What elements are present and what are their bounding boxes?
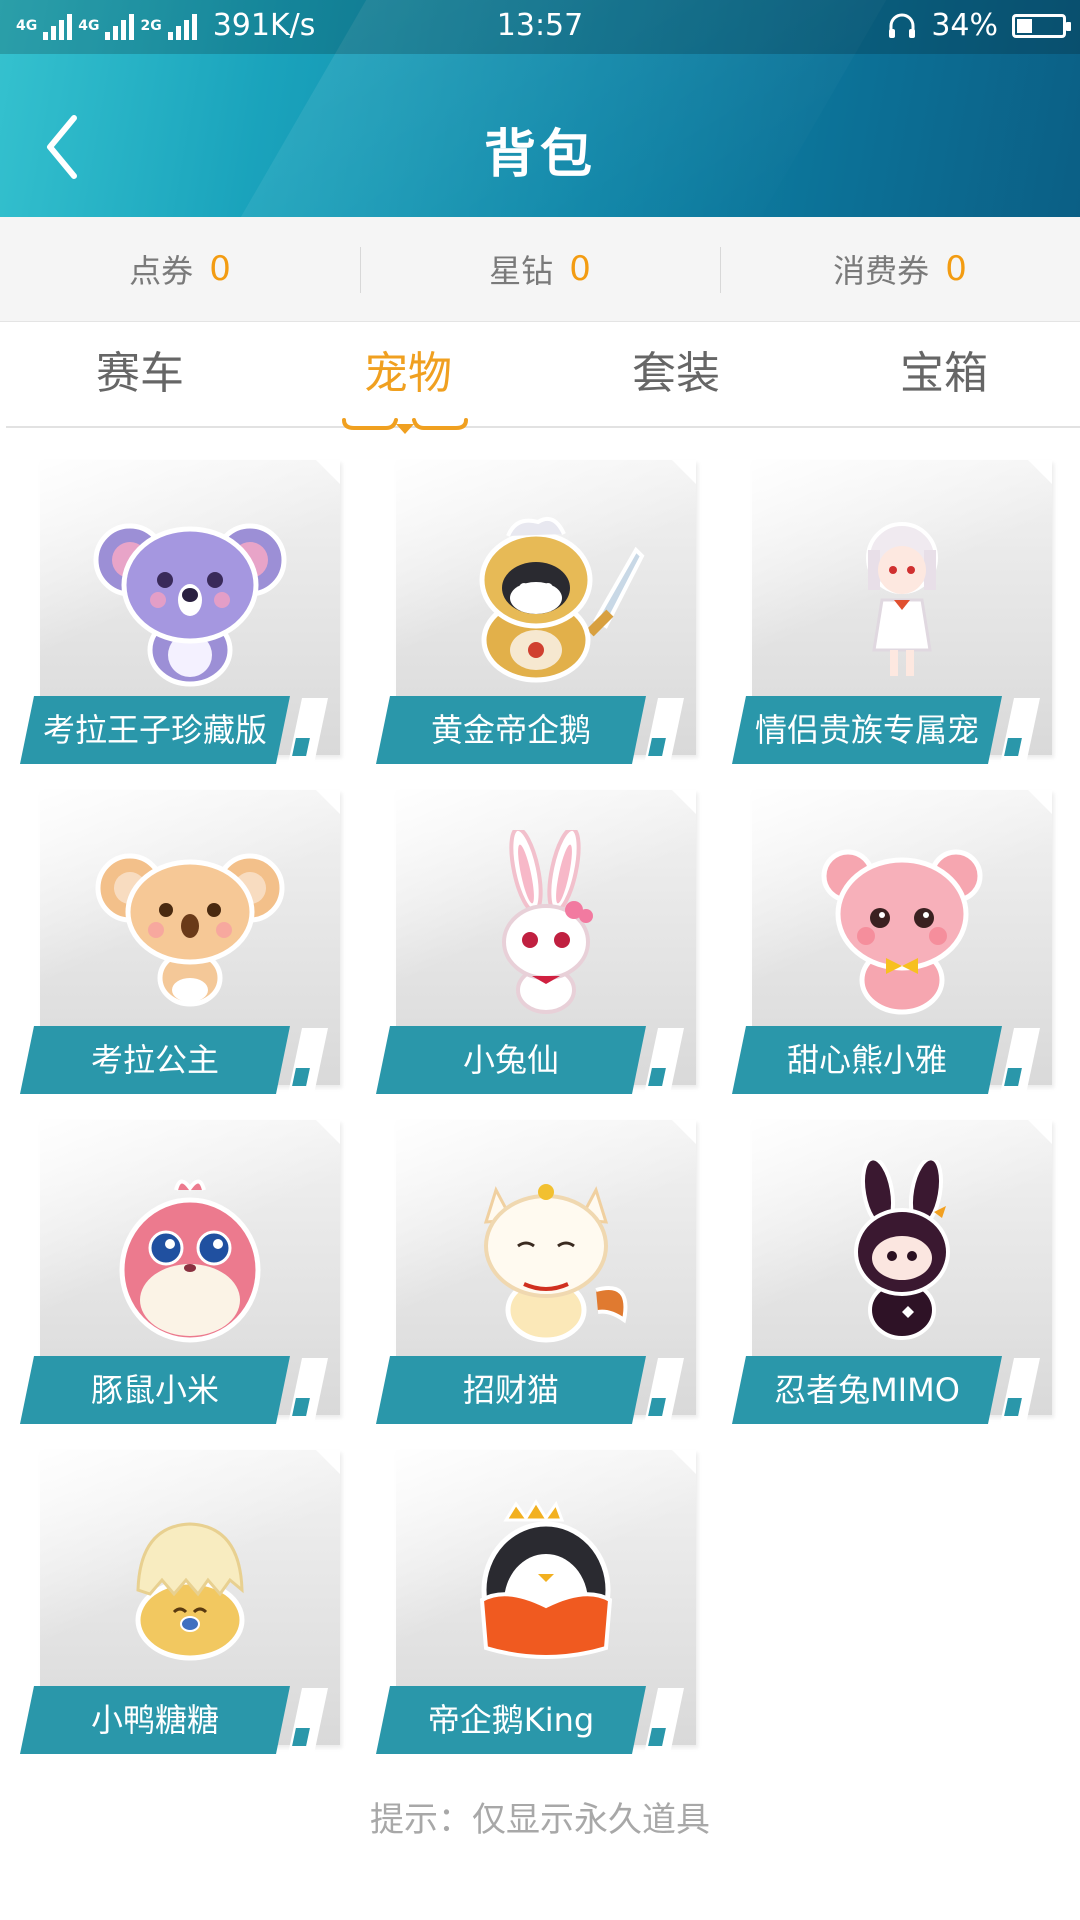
category-tabs: 赛车 宠物 套装 宝箱	[6, 322, 1080, 428]
pet-name: 忍者兔MIMO	[774, 1371, 960, 1409]
ninja-bunny-icon	[854, 1160, 950, 1340]
status-bar: 4G 4G 2G 391K/s 13:57 34%	[0, 0, 1080, 54]
tab-cars[interactable]: 赛车	[6, 322, 274, 426]
pet-name-label: 考拉公主	[20, 1026, 290, 1094]
currency-xiaofeiquan: 消费券 0	[720, 217, 1080, 321]
pet-name-label: 帝企鹅King	[376, 1686, 646, 1754]
battery-percent: 34%	[931, 8, 998, 43]
currency-label: 消费券	[833, 252, 930, 290]
pet-name-label: 小兔仙	[376, 1026, 646, 1094]
pet-name-label: 甜心熊小雅	[732, 1026, 1002, 1094]
noble-girl-icon	[866, 522, 938, 676]
pet-card[interactable]: 小兔仙	[376, 790, 696, 1100]
bunny-fairy-icon	[502, 830, 593, 1014]
pet-name: 考拉王子珍藏版	[42, 711, 267, 749]
pet-card[interactable]: 小鸭糖糖	[20, 1450, 340, 1760]
tab-pets[interactable]: 宠物	[274, 322, 542, 426]
pet-name-label: 情侣贵族专属宠	[732, 696, 1002, 764]
pet-name: 豚鼠小米	[90, 1371, 219, 1409]
pet-name: 招财猫	[462, 1371, 559, 1409]
lucky-cat-icon	[483, 1184, 628, 1343]
pet-name: 情侣贵族专属宠	[754, 711, 979, 749]
pet-card[interactable]: 帝企鹅King	[376, 1450, 696, 1760]
pet-name-label: 黄金帝企鹅	[376, 696, 646, 764]
guinea-pig-icon	[119, 1179, 261, 1343]
pet-name: 甜心熊小雅	[786, 1041, 947, 1079]
pet-card[interactable]: 忍者兔MIMO	[732, 1120, 1052, 1430]
pet-name: 小兔仙	[462, 1041, 559, 1079]
king-penguin-icon	[479, 1499, 613, 1659]
currency-bar: 点券 0 星钻 0 消费券 0	[0, 217, 1080, 322]
pet-name-label: 豚鼠小米	[20, 1356, 290, 1424]
tab-chests[interactable]: 宝箱	[810, 322, 1078, 426]
pink-bear-icon	[821, 849, 983, 1015]
hint-text: 提示：仅显示永久道具	[370, 1800, 710, 1840]
golden-penguin-knight-icon	[479, 517, 645, 683]
koala-princess-icon	[95, 853, 285, 1007]
active-tab-indicator	[342, 418, 468, 434]
pet-name: 黄金帝企鹅	[430, 711, 591, 749]
pet-name-label: 小鸭糖糖	[20, 1686, 290, 1754]
duckling-egg-icon	[135, 1522, 245, 1661]
battery-fill	[1017, 18, 1032, 33]
pet-name-label: 忍者兔MIMO	[732, 1356, 1002, 1424]
currency-value: 0	[209, 249, 231, 289]
pet-name-label: 招财猫	[376, 1356, 646, 1424]
pet-card[interactable]: 招财猫	[376, 1120, 696, 1430]
page-title: 背包	[483, 125, 596, 185]
pet-card[interactable]: 黄金帝企鹅	[376, 460, 696, 770]
pet-card[interactable]: 甜心熊小雅	[732, 790, 1052, 1100]
status-right: 34%	[887, 8, 1071, 43]
currency-dianquan: 点券 0	[0, 217, 360, 321]
koala-prince-icon	[93, 523, 287, 687]
battery-icon	[1012, 13, 1071, 38]
currency-label: 点券	[129, 252, 194, 290]
pet-card[interactable]: 考拉王子珍藏版	[20, 460, 340, 770]
pet-name: 小鸭糖糖	[90, 1701, 219, 1739]
currency-value: 0	[945, 249, 967, 289]
pet-name-label: 考拉王子珍藏版	[20, 696, 290, 764]
pet-name: 考拉公主	[90, 1041, 219, 1079]
currency-label: 星钻	[489, 252, 554, 290]
app-header: 4G 4G 2G 391K/s 13:57 34% 背包	[0, 0, 1080, 217]
pet-name: 帝企鹅King	[427, 1701, 595, 1739]
pet-card[interactable]: 豚鼠小米	[20, 1120, 340, 1430]
pet-card[interactable]: 情侣贵族专属宠	[732, 460, 1052, 770]
currency-value: 0	[569, 249, 591, 289]
headphones-icon	[889, 13, 916, 38]
pet-card[interactable]: 考拉公主	[20, 790, 340, 1100]
currency-xingzuan: 星钻 0	[360, 217, 720, 321]
tab-outfits[interactable]: 套装	[542, 322, 810, 426]
